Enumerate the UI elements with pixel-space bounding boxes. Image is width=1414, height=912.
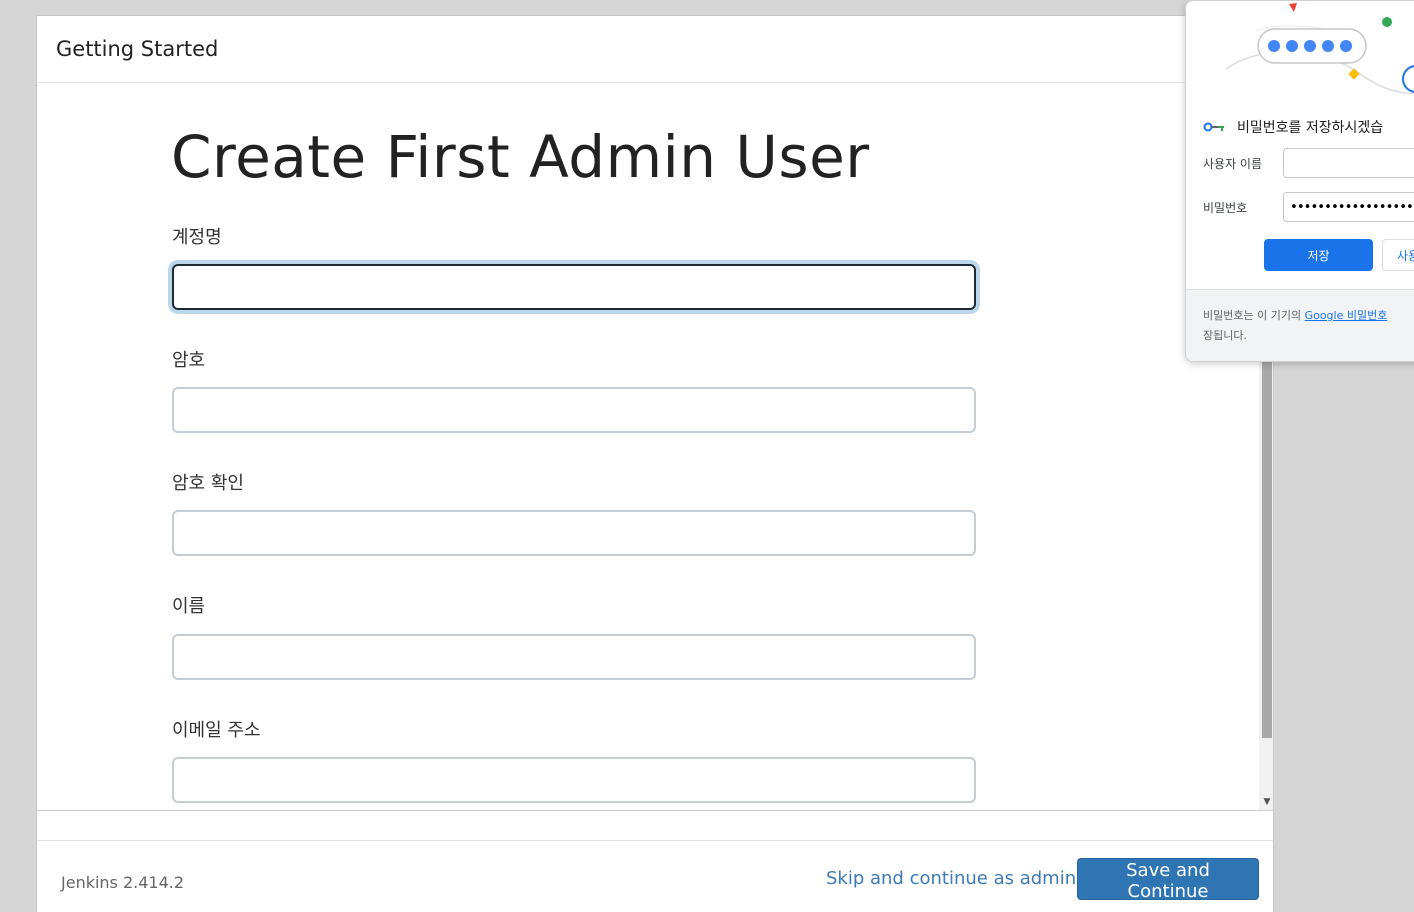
dialog-header: Getting Started bbox=[37, 16, 1273, 83]
username-label: 계정명 bbox=[172, 227, 222, 248]
confirm-password-input[interactable] bbox=[172, 510, 976, 556]
popup-note-suffix: 장됩니다. bbox=[1203, 329, 1247, 342]
popup-title: 비밀번호를 저장하시겠습 bbox=[1237, 120, 1384, 136]
popup-username-field[interactable] bbox=[1283, 148, 1414, 178]
password-illustration bbox=[1225, 3, 1414, 95]
popup-note: 비밀번호는 이 기기의 Google 비밀번호 장됩니다. bbox=[1203, 306, 1387, 346]
google-password-manager-link[interactable]: Google 비밀번호 bbox=[1305, 309, 1388, 322]
version-text: Jenkins 2.414.2 bbox=[61, 873, 185, 892]
popup-save-button[interactable]: 저장 bbox=[1264, 239, 1373, 271]
save-and-continue-button[interactable]: Save and Continue bbox=[1077, 858, 1259, 902]
page-title: Create First Admin User bbox=[171, 123, 870, 191]
popup-password-field[interactable]: •••••••••••••••••••••• bbox=[1283, 192, 1414, 222]
email-input[interactable] bbox=[172, 757, 976, 803]
popup-username-label: 사용자 이름 bbox=[1203, 157, 1263, 171]
popup-footer: 비밀번호는 이 기기의 Google 비밀번호 장됩니다. bbox=[1186, 289, 1414, 361]
email-label: 이메일 주소 bbox=[172, 720, 261, 741]
popup-password-label: 비밀번호 bbox=[1203, 201, 1248, 215]
scrollbar-thumb[interactable] bbox=[1262, 358, 1272, 738]
setup-dialog: Getting Started Create First Admin User … bbox=[36, 15, 1274, 912]
popup-note-prefix: 비밀번호는 이 기기의 bbox=[1203, 309, 1305, 322]
confirm-password-label: 암호 확인 bbox=[172, 473, 244, 494]
form-content: Create First Admin User 계정명 암호 암호 확인 이름 … bbox=[37, 83, 1259, 810]
popup-title-row: 비밀번호를 저장하시겠습 bbox=[1203, 117, 1383, 137]
username-input[interactable] bbox=[172, 264, 976, 310]
footer-divider bbox=[37, 810, 1273, 811]
skip-continue-admin-link[interactable]: Skip and continue as admin bbox=[826, 868, 1076, 889]
full-name-label: 이름 bbox=[172, 596, 206, 617]
dialog-footer: Jenkins 2.414.2 Skip and continue as adm… bbox=[37, 841, 1273, 912]
save-password-popup: 비밀번호를 저장하시겠습 사용자 이름 비밀번호 •••••••••••••••… bbox=[1185, 0, 1414, 362]
popup-never-button[interactable]: 사용 bbox=[1382, 239, 1414, 271]
dialog-title: Getting Started bbox=[56, 37, 219, 61]
password-label: 암호 bbox=[172, 350, 206, 371]
full-name-input[interactable] bbox=[172, 634, 976, 680]
password-input[interactable] bbox=[172, 387, 976, 433]
scroll-down-arrow-icon[interactable]: ▼ bbox=[1259, 796, 1273, 808]
key-icon bbox=[1203, 122, 1224, 132]
